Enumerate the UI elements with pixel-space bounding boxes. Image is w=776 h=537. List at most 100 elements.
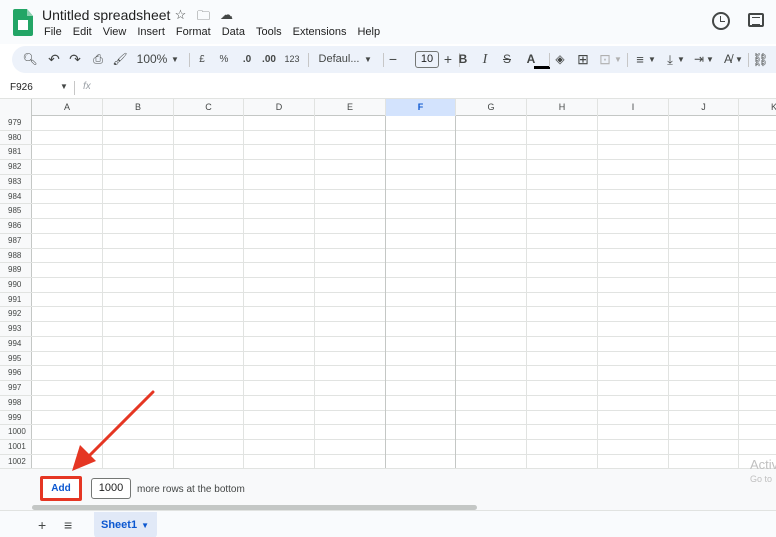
zoom-select[interactable]: 100% xyxy=(135,46,169,73)
column-header-h[interactable]: H xyxy=(527,99,598,116)
table-row[interactable]: 986 xyxy=(0,219,776,234)
valign-caret-icon[interactable]: ▼ xyxy=(676,46,686,73)
table-row[interactable]: 1002 xyxy=(0,454,776,468)
row-header[interactable]: 999 xyxy=(0,410,32,425)
bold-button[interactable]: B xyxy=(457,46,469,73)
search-menus-icon[interactable]: 🔍︎ xyxy=(22,46,38,73)
column-header-k[interactable]: K xyxy=(739,99,776,116)
column-header-b[interactable]: B xyxy=(103,99,174,116)
sheets-logo-icon[interactable] xyxy=(13,9,33,36)
menu-file[interactable]: File xyxy=(44,26,62,38)
table-row[interactable]: 989 xyxy=(0,263,776,279)
row-header[interactable]: 996 xyxy=(0,366,32,381)
column-header-g[interactable]: G xyxy=(456,99,527,116)
table-row[interactable]: 995 xyxy=(0,351,776,367)
name-box-caret-icon[interactable]: ▼ xyxy=(60,82,68,91)
row-header[interactable]: 992 xyxy=(0,307,32,322)
font-size-input[interactable]: 10 xyxy=(415,51,439,68)
name-box[interactable]: F926 xyxy=(10,82,33,93)
row-header[interactable]: 993 xyxy=(0,322,32,336)
table-row[interactable]: 993 xyxy=(0,322,776,337)
zoom-caret-icon[interactable]: ▼ xyxy=(170,46,180,73)
table-row[interactable]: 981 xyxy=(0,145,776,161)
column-header-j[interactable]: J xyxy=(669,99,739,116)
row-header[interactable]: 998 xyxy=(0,395,32,410)
table-row[interactable]: 998 xyxy=(0,395,776,411)
comments-icon[interactable] xyxy=(748,13,764,27)
increase-decimal-button[interactable]: .00 xyxy=(260,46,278,73)
version-history-icon[interactable] xyxy=(712,12,730,30)
row-header[interactable]: 997 xyxy=(0,381,32,395)
percent-format-button[interactable]: % xyxy=(217,46,231,73)
column-header-d[interactable]: D xyxy=(244,99,315,116)
column-header-i[interactable]: I xyxy=(598,99,669,116)
halign-caret-icon[interactable]: ▼ xyxy=(647,46,657,73)
row-header[interactable]: 1002 xyxy=(0,454,32,468)
table-row[interactable]: 988 xyxy=(0,248,776,264)
table-row[interactable]: 982 xyxy=(0,160,776,175)
select-all-corner[interactable] xyxy=(0,99,32,116)
menu-tools[interactable]: Tools xyxy=(256,26,282,38)
spreadsheet-grid[interactable]: A B C D E F G H I J K 979 980 981 982 983 984… xyxy=(0,99,776,468)
row-header[interactable]: 995 xyxy=(0,351,32,366)
table-row[interactable]: 985 xyxy=(0,204,776,220)
row-header[interactable]: 986 xyxy=(0,219,32,233)
row-header[interactable]: 1000 xyxy=(0,425,32,440)
table-row[interactable]: 979 xyxy=(0,116,776,131)
table-row[interactable]: 1001 xyxy=(0,440,776,455)
table-row[interactable]: 996 xyxy=(0,366,776,382)
merge-cells-icon[interactable]: ⊡ xyxy=(597,46,613,73)
italic-button[interactable]: I xyxy=(479,46,491,73)
row-header[interactable]: 980 xyxy=(0,130,32,145)
rotation-caret-icon[interactable]: ▼ xyxy=(734,46,744,73)
column-header-e[interactable]: E xyxy=(315,99,386,116)
print-icon[interactable]: ⎙ xyxy=(90,46,106,73)
row-header[interactable]: 990 xyxy=(0,278,32,292)
menu-extensions[interactable]: Extensions xyxy=(293,26,347,38)
row-header[interactable]: 994 xyxy=(0,336,32,351)
decrease-font-size-button[interactable]: − xyxy=(387,46,399,73)
paint-format-icon[interactable]: 🖌︎ xyxy=(112,46,128,73)
row-header[interactable]: 985 xyxy=(0,204,32,219)
row-header[interactable]: 983 xyxy=(0,174,32,189)
row-header[interactable]: 984 xyxy=(0,189,32,204)
table-row[interactable]: 994 xyxy=(0,336,776,352)
table-row[interactable]: 991 xyxy=(0,292,776,308)
strikethrough-button[interactable]: S xyxy=(501,46,513,73)
row-header[interactable]: 989 xyxy=(0,263,32,278)
table-row[interactable]: 987 xyxy=(0,233,776,249)
table-row[interactable]: 997 xyxy=(0,381,776,396)
row-header[interactable]: 987 xyxy=(0,233,32,248)
insert-link-icon[interactable]: ⛓ xyxy=(752,46,769,73)
table-row[interactable]: 1000 xyxy=(0,425,776,441)
column-header-c[interactable]: C xyxy=(174,99,244,116)
table-row[interactable]: 990 xyxy=(0,278,776,293)
table-row[interactable]: 999 xyxy=(0,410,776,426)
merge-caret-icon[interactable]: ▼ xyxy=(613,46,623,73)
menu-insert[interactable]: Insert xyxy=(137,26,165,38)
row-header[interactable]: 1001 xyxy=(0,440,32,454)
row-header[interactable]: 988 xyxy=(0,248,32,263)
all-sheets-menu-icon[interactable]: ≡ xyxy=(64,517,72,533)
wrap-caret-icon[interactable]: ▼ xyxy=(705,46,715,73)
menu-view[interactable]: View xyxy=(103,26,127,38)
column-header-f[interactable]: F xyxy=(386,99,456,116)
sheet-tab-caret-icon[interactable]: ▼ xyxy=(141,521,149,530)
number-format-button[interactable]: 123 xyxy=(283,46,301,73)
add-rows-button[interactable]: Add xyxy=(40,476,82,501)
sheet-tab-sheet1[interactable]: Sheet1 ▼ xyxy=(94,512,157,537)
fill-color-icon[interactable]: ◈ xyxy=(552,46,568,73)
redo-icon[interactable]: ↷ xyxy=(67,46,83,73)
row-header[interactable]: 991 xyxy=(0,292,32,307)
font-select[interactable]: Defaul... xyxy=(316,46,362,73)
menu-format[interactable]: Format xyxy=(176,26,211,38)
undo-icon[interactable]: ↶ xyxy=(46,46,62,73)
table-row[interactable]: 980 xyxy=(0,130,776,146)
table-row[interactable]: 984 xyxy=(0,189,776,205)
currency-format-button[interactable]: £ xyxy=(196,46,208,73)
menu-edit[interactable]: Edit xyxy=(73,26,92,38)
decrease-decimal-button[interactable]: .0 xyxy=(239,46,255,73)
increase-font-size-button[interactable]: + xyxy=(442,46,454,73)
menu-help[interactable]: Help xyxy=(357,26,380,38)
table-row[interactable]: 983 xyxy=(0,174,776,190)
